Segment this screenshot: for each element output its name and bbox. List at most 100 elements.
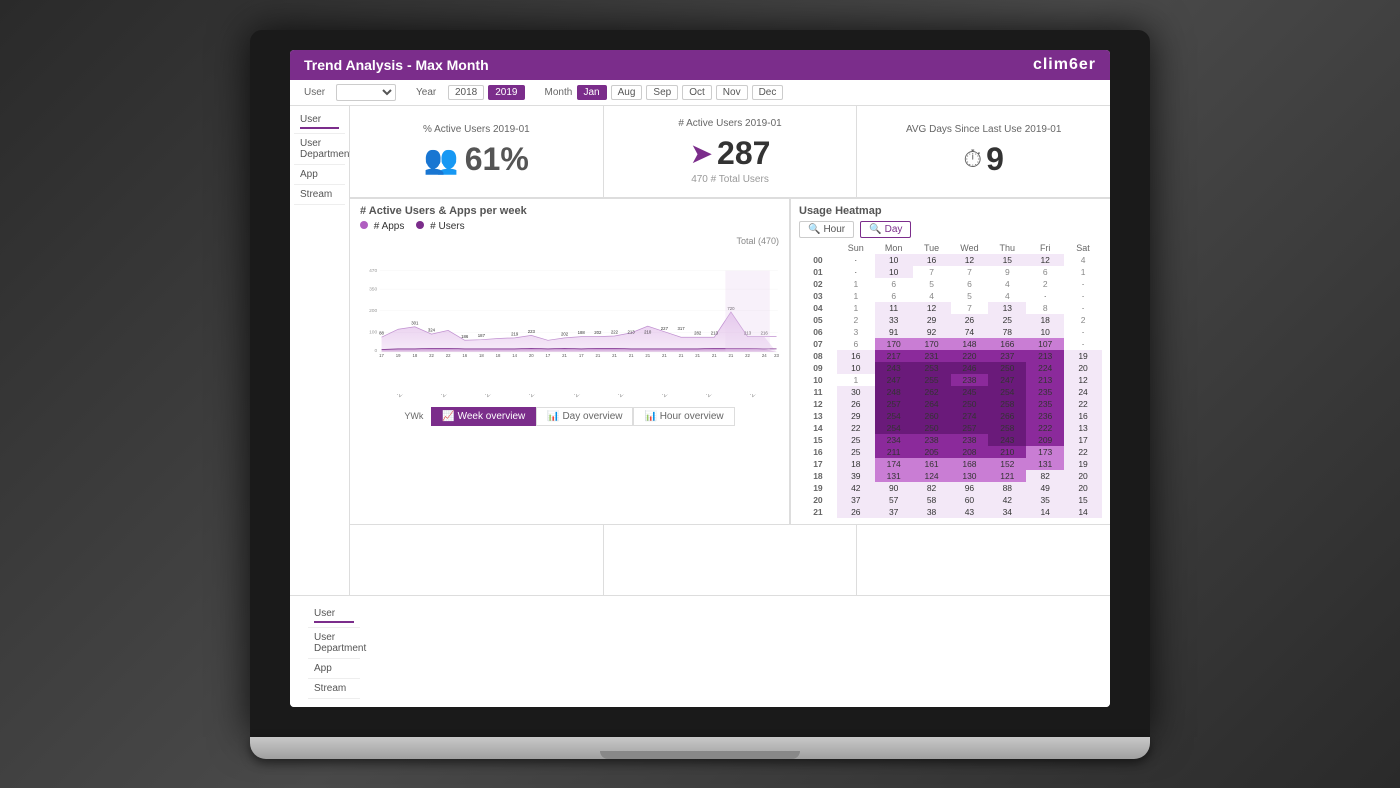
heatmap-hour-cell: 21 [799, 506, 837, 518]
month-aug-btn[interactable]: Aug [611, 85, 643, 100]
heatmap-data-cell: · [1064, 302, 1102, 314]
heatmap-data-cell: 274 [951, 410, 989, 422]
legend-apps: # Apps [360, 221, 404, 232]
user-filter-select[interactable] [336, 84, 396, 101]
heatmap-col-thu: Thu [988, 242, 1026, 254]
bottom-filter-stream[interactable]: Stream [308, 679, 360, 699]
svg-text:186: 186 [461, 333, 469, 338]
kpi-active-count: # Active Users 2019-01 ➤ 287 470 # Total… [604, 106, 858, 198]
heatmap-data-cell: 243 [988, 434, 1026, 446]
heatmap-table: Sun Mon Tue Wed Thu Fri Sat [799, 242, 1102, 518]
filter-app[interactable]: App [294, 165, 345, 185]
heatmap-day-btn[interactable]: 🔍 Day [860, 221, 911, 238]
laptop-screen: Trend Analysis - Max Month clim6er User … [290, 50, 1110, 707]
svg-text:223: 223 [528, 328, 536, 333]
heatmap-data-cell: 148 [951, 338, 989, 350]
heatmap-data-cell: 264 [913, 398, 951, 410]
heatmap-hour-cell: 06 [799, 326, 837, 338]
svg-text:21: 21 [695, 352, 700, 357]
heatmap-data-cell: 30 [837, 386, 875, 398]
heatmap-data-cell: 13 [1064, 422, 1102, 434]
heatmap-data-cell: 238 [913, 434, 951, 446]
heatmap-hour-cell: 02 [799, 278, 837, 290]
tab-week-overview[interactable]: 📈 Week overview [431, 407, 536, 426]
filter-user-dept[interactable]: User Department [294, 134, 345, 165]
heatmap-hour-cell: 11 [799, 386, 837, 398]
legend-dot-users [416, 221, 424, 229]
heatmap-hour-cell: 13 [799, 410, 837, 422]
kpi-active-pct-value: 61% [465, 141, 529, 178]
heatmap-data-cell: 217 [875, 350, 913, 362]
svg-text:21: 21 [629, 352, 634, 357]
heatmap-col-tue: Tue [913, 242, 951, 254]
heatmap-row: 02165642· [799, 278, 1102, 290]
tab-hour-overview[interactable]: 📊 Hour overview [633, 407, 734, 426]
svg-text:17: 17 [579, 352, 584, 357]
heatmap-data-cell: 173 [1026, 446, 1064, 458]
tab-day-overview[interactable]: 📊 Day overview [536, 407, 633, 426]
chart-tabs: YWk 📈 Week overview 📊 Day overview 📊 Hou… [360, 407, 779, 426]
month-sep-btn[interactable]: Sep [646, 85, 678, 100]
svg-text:18: 18 [496, 352, 501, 357]
heatmap-data-cell: 257 [951, 422, 989, 434]
heatmap-hour-cell: 14 [799, 422, 837, 434]
heatmap-data-cell: 25 [837, 446, 875, 458]
heatmap-data-cell: 43 [951, 506, 989, 518]
heatmap-row: 1942908296884920 [799, 482, 1102, 494]
bottom-filter-app[interactable]: App [308, 659, 360, 679]
page-title: Trend Analysis - Max Month [304, 57, 489, 73]
heatmap-title: Usage Heatmap [799, 205, 1102, 217]
heatmap-data-cell: 18 [1026, 314, 1064, 326]
heatmap-data-cell: 20 [1064, 362, 1102, 374]
month-nov-btn[interactable]: Nov [716, 85, 748, 100]
heatmap-data-cell: 168 [951, 458, 989, 470]
heatmap-data-cell: 224 [1026, 362, 1064, 374]
year-filter-group: Year 2018 2019 [416, 85, 525, 100]
heatmap-data-cell: 250 [988, 362, 1026, 374]
svg-text:21: 21 [729, 352, 734, 357]
side-filters: User User Department App Stream [290, 106, 350, 595]
x-axis-labels: 2018-53 2019-01 2019-05 2019-08 2019-12 … [360, 394, 779, 401]
kpi-count-row: ➤ 287 [690, 135, 771, 172]
heatmap-hour-cell: 08 [799, 350, 837, 362]
svg-text:219: 219 [511, 331, 519, 336]
heatmap-hour-cell: 17 [799, 458, 837, 470]
heatmap-data-cell: · [1026, 290, 1064, 302]
heatmap-row: 2126373843341414 [799, 506, 1102, 518]
heatmap-data-cell: 57 [875, 494, 913, 506]
filter-user[interactable]: User [294, 110, 345, 134]
svg-text:213: 213 [628, 329, 636, 334]
month-dec-btn[interactable]: Dec [752, 85, 784, 100]
heatmap-data-cell: 17 [1064, 434, 1102, 446]
heatmap-data-cell: 174 [875, 458, 913, 470]
laptop-frame: Trend Analysis - Max Month clim6er User … [250, 30, 1150, 759]
heatmap-data-cell: 170 [913, 338, 951, 350]
heatmap-row: 081621723122023721319 [799, 350, 1102, 362]
month-oct-btn[interactable]: Oct [682, 85, 712, 100]
heatmap-hour-btn[interactable]: 🔍 Hour [799, 221, 854, 238]
heatmap-data-cell: 213 [1026, 374, 1064, 386]
heatmap-hour-cell: 15 [799, 434, 837, 446]
svg-text:350: 350 [369, 286, 377, 292]
month-jan-btn[interactable]: Jan [577, 85, 607, 100]
heatmap-data-cell: 2 [1064, 314, 1102, 326]
heatmap-data-cell: 222 [1026, 422, 1064, 434]
heatmap-data-cell: 220 [951, 350, 989, 362]
bottom-filter-dept[interactable]: User Department [308, 628, 360, 659]
heatmap-data-cell: 170 [875, 338, 913, 350]
svg-text:200: 200 [369, 307, 377, 313]
year-2018-btn[interactable]: 2018 [448, 85, 484, 100]
bottom-filter-user[interactable]: User [308, 604, 360, 628]
svg-text:22: 22 [446, 352, 451, 357]
heatmap-data-cell: 9 [988, 266, 1026, 278]
heatmap-data-cell: 4 [988, 290, 1026, 302]
filter-stream[interactable]: Stream [294, 185, 345, 205]
svg-text:20: 20 [529, 352, 534, 357]
year-2019-btn[interactable]: 2019 [488, 85, 524, 100]
svg-text:213: 213 [711, 330, 719, 335]
svg-text:301: 301 [411, 320, 419, 325]
heatmap-data-cell: 26 [837, 506, 875, 518]
lower-section [350, 525, 1110, 595]
heatmap-data-cell: 238 [951, 434, 989, 446]
heatmap-data-cell: 2 [837, 314, 875, 326]
